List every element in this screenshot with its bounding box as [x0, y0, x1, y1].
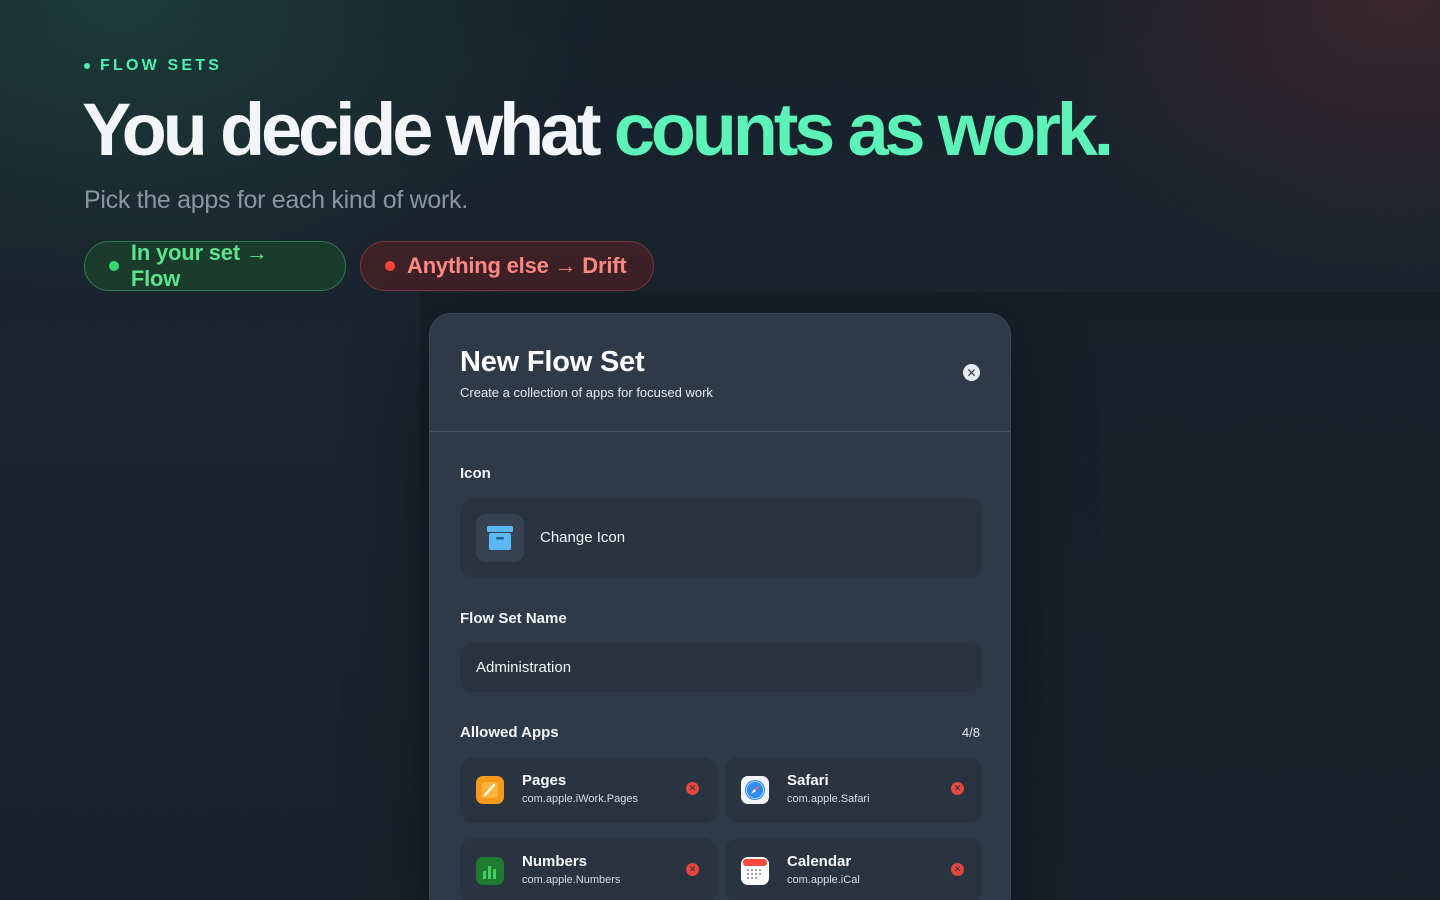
safari-icon — [741, 776, 769, 804]
app-bundle-id: com.apple.Safari — [787, 793, 870, 805]
flow-pill: In your set → Flow — [84, 240, 346, 291]
archive-box-icon — [476, 514, 524, 562]
drift-dot — [385, 261, 395, 271]
header-divider — [430, 431, 1010, 432]
headline-white: You decide what — [82, 88, 614, 171]
app-card-pages[interactable]: Pages com.apple.iWork.Pages ✕ — [460, 757, 717, 823]
remove-app-button[interactable]: ✕ — [951, 863, 964, 876]
name-section-label: Flow Set Name — [460, 610, 567, 627]
numbers-icon — [476, 857, 504, 885]
app-name: Calendar — [787, 853, 852, 870]
remove-icon: ✕ — [953, 864, 962, 874]
flow-dot — [109, 261, 119, 271]
calendar-icon — [741, 857, 769, 885]
app-card-calendar[interactable]: Calendar com.apple.iCal ✕ — [725, 838, 982, 900]
change-icon-label: Change Icon — [540, 529, 626, 546]
drift-pill-label: Anything else → Drift — [407, 253, 627, 278]
sheet-title: New Flow Set — [460, 346, 645, 378]
new-flow-set-sheet: New Flow Set Create a collection of apps… — [429, 313, 1011, 900]
hero-subtitle: Pick the apps for each kind of work. — [84, 186, 468, 214]
flow-pill-label: In your set → Flow — [130, 240, 268, 291]
headline: You decide what counts as work. — [82, 88, 1114, 172]
drift-pill: Anything else → Drift — [360, 241, 654, 291]
app-name: Safari — [787, 772, 829, 789]
close-button[interactable]: ✕ — [963, 364, 980, 381]
headline-green: counts as work. — [613, 88, 1114, 171]
sheet-subtitle: Create a collection of apps for focused … — [460, 385, 713, 400]
remove-icon: ✕ — [953, 783, 962, 793]
remove-app-button[interactable]: ✕ — [686, 782, 699, 795]
app-bundle-id: com.apple.iCal — [787, 874, 860, 886]
app-bundle-id: com.apple.iWork.Pages — [522, 793, 638, 805]
flow-set-name-input[interactable] — [460, 643, 982, 692]
pages-icon — [476, 776, 504, 804]
remove-app-button[interactable]: ✕ — [686, 863, 699, 876]
allowed-apps-label: Allowed Apps — [460, 724, 559, 741]
change-icon-button[interactable]: Change Icon — [460, 498, 982, 578]
app-card-numbers[interactable]: Numbers com.apple.Numbers ✕ — [460, 838, 717, 900]
section-eyebrow: FLOW SETS — [84, 57, 222, 75]
remove-icon: ✕ — [688, 783, 697, 793]
eyebrow-dot — [84, 63, 90, 69]
remove-icon: ✕ — [688, 864, 697, 874]
close-icon: ✕ — [966, 365, 977, 380]
eyebrow-label: FLOW SETS — [100, 57, 223, 74]
app-card-safari[interactable]: Safari com.apple.Safari ✕ — [725, 757, 982, 823]
icon-section-label: Icon — [460, 465, 491, 482]
app-name: Numbers — [522, 853, 588, 870]
allowed-apps-count: 4/8 — [961, 725, 980, 740]
app-bundle-id: com.apple.Numbers — [522, 874, 621, 886]
app-name: Pages — [522, 772, 567, 789]
remove-app-button[interactable]: ✕ — [951, 782, 964, 795]
